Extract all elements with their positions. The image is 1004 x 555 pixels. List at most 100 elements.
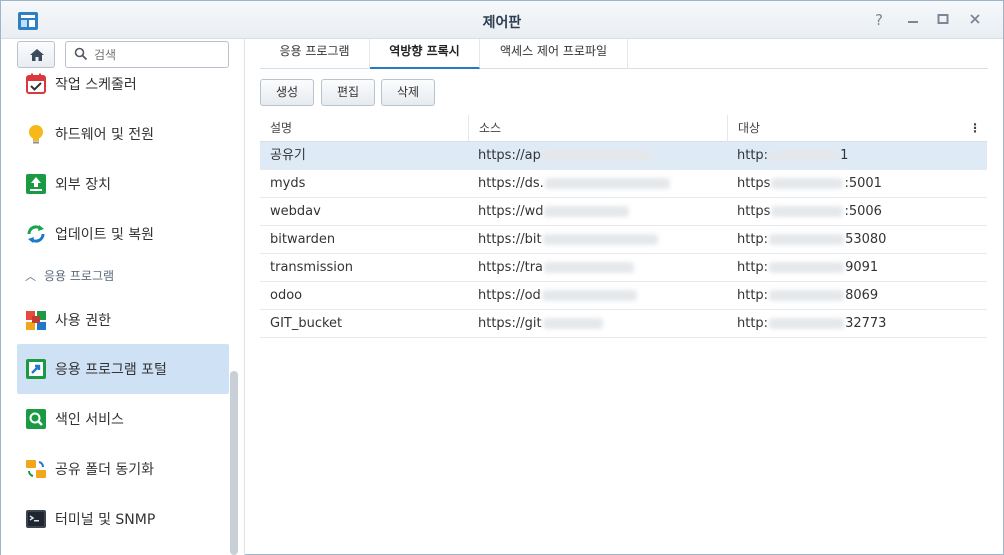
redacted-blur bbox=[769, 234, 845, 245]
privileges-icon bbox=[26, 311, 46, 330]
redacted-blur bbox=[542, 318, 603, 329]
main-panel: 응용 프로그램 역방향 프록시 액세스 제어 프로파일 생성 편집 삭제 설명 … bbox=[246, 39, 1003, 555]
redacted-blur bbox=[541, 290, 637, 301]
sidebar-item-label: 하드웨어 및 전원 bbox=[55, 127, 155, 143]
cell-target-prefix: http: bbox=[737, 260, 769, 275]
sidebar-item-label: 사용 권한 bbox=[55, 313, 111, 329]
cell-target-suffix: :5006 bbox=[844, 204, 882, 219]
sidebar-item-label: 터미널 및 SNMP bbox=[55, 512, 156, 528]
title-bar: 제어판 ? bbox=[1, 1, 1003, 39]
sidebar-scrollbar[interactable] bbox=[230, 371, 238, 555]
cell-target-suffix: 53080 bbox=[845, 232, 887, 247]
table-row[interactable]: odoo https://od http: 8069 bbox=[260, 282, 987, 310]
cell-description: transmission bbox=[270, 260, 354, 275]
redacted-blur bbox=[544, 262, 635, 273]
table-row[interactable]: myds https://ds. https:5001 bbox=[260, 170, 987, 198]
sidebar-item-label: 공유 폴더 동기화 bbox=[55, 462, 155, 478]
reverse-proxy-table: 설명 소스 대상 ⋮ 공유기 https://ap http: 1 myds ht… bbox=[260, 115, 987, 338]
table-header: 설명 소스 대상 ⋮ bbox=[260, 115, 987, 142]
task-scheduler-icon bbox=[26, 73, 46, 94]
cell-target-prefix: https bbox=[737, 204, 771, 219]
column-header-target[interactable]: 대상 bbox=[727, 115, 967, 142]
cell-description: GIT_bucket bbox=[270, 316, 343, 331]
sidebar-item-indexing-service[interactable]: 색인 서비스 bbox=[17, 394, 229, 444]
redacted-blur bbox=[544, 178, 670, 189]
close-icon[interactable] bbox=[965, 10, 985, 30]
cell-target-prefix: http: bbox=[737, 148, 769, 163]
table-row[interactable]: 공유기 https://ap http: 1 bbox=[260, 142, 987, 170]
sidebar-item-terminal-snmp[interactable]: 터미널 및 SNMP bbox=[17, 494, 229, 544]
sidebar-item-privileges[interactable]: 사용 권한 bbox=[17, 295, 229, 345]
column-header-source[interactable]: 소스 bbox=[468, 115, 727, 142]
cell-target: http: 1 bbox=[727, 142, 987, 170]
tab-bar: 응용 프로그램 역방향 프록시 액세스 제어 프로파일 bbox=[260, 39, 988, 69]
redacted-blur bbox=[769, 318, 845, 329]
cell-target: https :5006 bbox=[727, 198, 987, 226]
table-row[interactable]: webdav https://wd https:5006 bbox=[260, 198, 987, 226]
cell-target-prefix: http: bbox=[737, 316, 769, 331]
tab-reverse-proxy[interactable]: 역방향 프록시 bbox=[370, 39, 480, 69]
chevron-up-icon: ︿ bbox=[25, 269, 36, 283]
help-icon[interactable]: ? bbox=[869, 10, 889, 30]
indexing-service-icon bbox=[26, 409, 46, 429]
control-panel-window: 제어판 ? 검색 작업 스케줄러 하드웨어 및 전원 외부 장치 업데이트 및 … bbox=[0, 0, 1004, 555]
sidebar-item-shared-folder-sync[interactable]: 공유 폴더 동기화 bbox=[17, 444, 229, 494]
redacted-blur bbox=[769, 150, 840, 161]
sidebar-item-task-scheduler[interactable]: 작업 스케줄러 bbox=[17, 59, 229, 109]
cell-description: bitwarden bbox=[270, 232, 336, 247]
table-row[interactable]: bitwarden https://bit http: 53080 bbox=[260, 226, 987, 254]
cell-source: https://git bbox=[468, 310, 727, 338]
tab-access-control-profile[interactable]: 액세스 제어 프로파일 bbox=[480, 39, 628, 69]
cell-target: https:5001 bbox=[727, 170, 987, 198]
table-row[interactable]: transmission https://tra http: 9091 bbox=[260, 254, 987, 282]
cell-target-prefix: http: bbox=[737, 232, 769, 247]
tab-applications[interactable]: 응용 프로그램 bbox=[260, 39, 370, 69]
minimize-icon[interactable] bbox=[903, 10, 923, 30]
sidebar-item-update-restore[interactable]: 업데이트 및 복원 bbox=[17, 209, 229, 259]
cell-target: http: 53080 bbox=[727, 226, 987, 254]
cell-source-text: https://bit bbox=[478, 232, 542, 247]
cell-description: odoo bbox=[270, 288, 303, 303]
sidebar-item-label: 작업 스케줄러 bbox=[55, 77, 137, 93]
sidebar-item-hardware-power[interactable]: 하드웨어 및 전원 bbox=[17, 109, 229, 159]
redacted-blur bbox=[542, 234, 658, 245]
cell-source-text: https://ap bbox=[478, 148, 541, 163]
delete-button[interactable]: 삭제 bbox=[381, 79, 435, 106]
update-restore-icon bbox=[27, 225, 45, 243]
cell-source: https://ap bbox=[468, 142, 727, 170]
cell-description: myds bbox=[270, 176, 306, 191]
cell-source: https://bit bbox=[468, 226, 727, 254]
column-header-description[interactable]: 설명 bbox=[260, 115, 468, 142]
cell-description: 공유기 bbox=[270, 148, 306, 163]
table-row[interactable]: GIT_bucket https://git http: 32773 bbox=[260, 310, 987, 338]
sidebar-item-label: 업데이트 및 복원 bbox=[55, 227, 155, 243]
cell-source-text: https://git bbox=[478, 316, 542, 331]
terminal-icon bbox=[26, 510, 46, 528]
sidebar-item-external-devices[interactable]: 외부 장치 bbox=[17, 159, 229, 209]
cell-target: http: 8069 bbox=[727, 282, 987, 310]
cell-source-text: https://tra bbox=[478, 260, 544, 275]
cell-source: https://wd bbox=[468, 198, 727, 226]
sidebar-item-application-portal[interactable]: 응용 프로그램 포털 bbox=[17, 344, 229, 394]
cell-source-text: https://wd bbox=[478, 204, 544, 219]
cell-target: http: 9091 bbox=[727, 254, 987, 282]
shared-folder-sync-icon bbox=[26, 460, 46, 478]
redacted-blur bbox=[769, 262, 845, 273]
cell-target-prefix: http: bbox=[737, 288, 769, 303]
sidebar-item-label: 외부 장치 bbox=[55, 177, 111, 193]
maximize-icon[interactable] bbox=[933, 10, 953, 30]
sidebar-item-label: 색인 서비스 bbox=[55, 412, 124, 428]
sidebar-group-label: 응용 프로그램 bbox=[44, 269, 115, 283]
redacted-blur bbox=[544, 206, 630, 217]
create-button[interactable]: 생성 bbox=[260, 79, 314, 106]
edit-button[interactable]: 편집 bbox=[321, 79, 375, 106]
column-menu-icon[interactable]: ⋮ bbox=[969, 115, 981, 142]
redacted-blur bbox=[771, 206, 844, 217]
cell-source-text: https://od bbox=[478, 288, 541, 303]
sidebar: 작업 스케줄러 하드웨어 및 전원 외부 장치 bbox=[1, 39, 245, 555]
redacted-blur bbox=[771, 178, 844, 189]
sidebar-group-applications[interactable]: ︿ 응용 프로그램 bbox=[25, 267, 114, 284]
external-device-icon bbox=[26, 174, 46, 194]
redacted-blur bbox=[541, 150, 652, 161]
cell-target-suffix: 8069 bbox=[845, 288, 879, 303]
